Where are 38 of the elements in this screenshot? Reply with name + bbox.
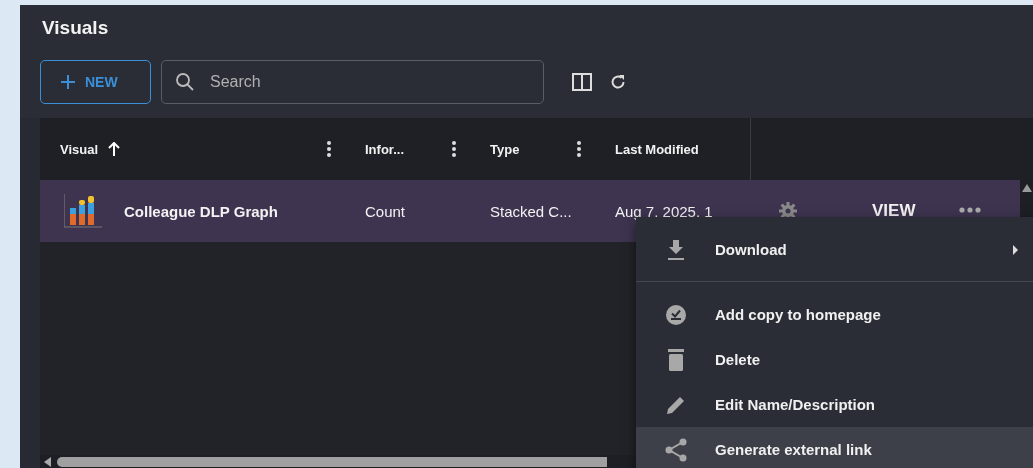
- search-icon: [176, 72, 194, 91]
- trash-icon: [668, 348, 684, 371]
- page-title: Visuals: [41, 16, 110, 40]
- kebab-menu-icon[interactable]: [327, 141, 331, 157]
- column-header[interactable]: Last Modified: [595, 118, 750, 180]
- view-button[interactable]: VIEW: [872, 201, 916, 221]
- column-header[interactable]: Infor...: [345, 118, 470, 180]
- column-label: Type: [490, 141, 520, 157]
- kebab-menu-icon[interactable]: [452, 141, 456, 157]
- column-label: Last Modified: [615, 141, 699, 157]
- menu-item[interactable]: Edit Name/Description: [636, 382, 1033, 427]
- column-header[interactable]: Visual: [40, 118, 345, 180]
- column-label: Infor...: [365, 141, 404, 157]
- more-options-icon[interactable]: [959, 207, 982, 213]
- kebab-menu-icon[interactable]: [577, 141, 581, 157]
- new-button[interactable]: NEW: [40, 59, 151, 104]
- column-label: Visual: [60, 141, 99, 157]
- search-input[interactable]: Search: [208, 71, 512, 92]
- plus-icon: [61, 74, 75, 89]
- check-circle-icon: [665, 303, 687, 326]
- menu-item[interactable]: Delete: [636, 337, 1033, 382]
- share-icon: [665, 437, 687, 462]
- scroll-left-arrow-icon[interactable]: [44, 456, 51, 467]
- search-field[interactable]: Search: [161, 59, 544, 104]
- download-icon: [666, 238, 686, 261]
- column-header[interactable]: Type: [470, 118, 595, 180]
- menu-item[interactable]: Add copy to homepage: [636, 292, 1033, 337]
- menu-item[interactable]: Generate external link: [636, 427, 1033, 468]
- visual-name[interactable]: Colleague DLP Graph: [124, 202, 278, 220]
- stacked-bar-chart-icon: [64, 194, 102, 228]
- sort-up-arrow-icon[interactable]: [108, 142, 121, 156]
- horizontal-scrollbar-thumb[interactable]: [57, 456, 607, 467]
- submenu-arrow-icon: [1013, 244, 1018, 255]
- scroll-up-arrow-icon[interactable]: [1022, 184, 1032, 192]
- table-cell: Stacked C...: [490, 202, 572, 220]
- columns-icon[interactable]: [572, 72, 592, 91]
- refresh-icon[interactable]: [610, 73, 626, 90]
- table-cell: Count: [365, 202, 406, 220]
